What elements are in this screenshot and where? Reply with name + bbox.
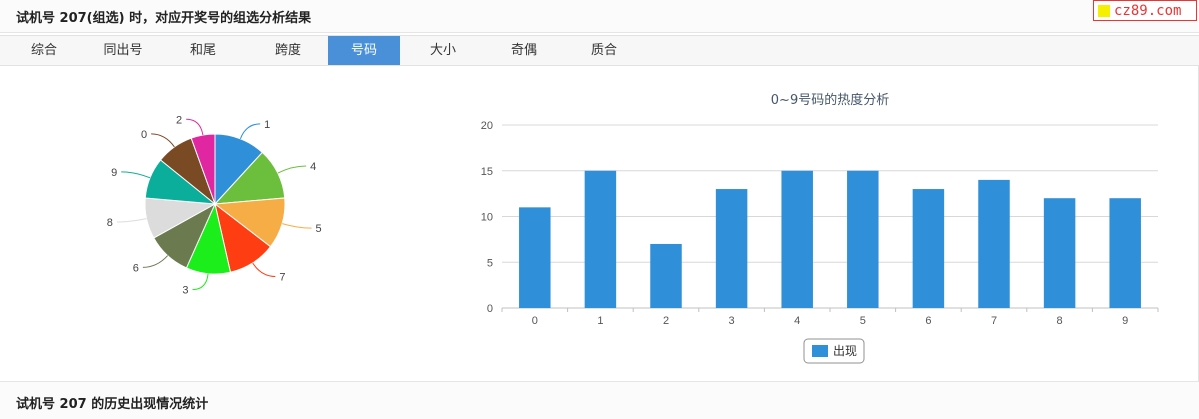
brand-text: cz89.com [1114,2,1182,19]
bar-5[interactable] [847,170,879,308]
tab-odd-even[interactable]: 奇偶 [486,36,562,65]
x-tick-label: 3 [729,315,735,327]
bar-chart-title: 0~9号码的热度分析 [771,92,889,108]
y-tick-label: 20 [481,120,493,132]
pie-label-7: 7 [279,271,285,283]
brand-square-icon [1098,4,1110,17]
legend-label: 出现 [833,344,857,358]
x-tick-label: 4 [794,315,800,327]
pie-label-2: 2 [176,114,182,126]
pie-chart: 1 4 5 7 3 6 8 9 0 2 [107,114,322,297]
bar-chart: 0~9号码的热度分析 0 5 10 15 20 0 1 2 3 4 5 6 7 8 9 出现 [481,92,1159,364]
bar-2[interactable] [650,243,682,308]
pie-connector-7 [252,262,276,277]
tab-size[interactable]: 大小 [400,36,486,65]
tab-numbers[interactable]: 号码 [328,36,400,65]
bar-4[interactable] [781,170,813,308]
pie-connector-8 [116,218,147,223]
pie-connector-3 [192,273,209,291]
bar-0[interactable] [519,207,551,308]
x-tick-label: 6 [925,315,931,327]
x-tick-label: 0 [532,315,538,327]
pie-label-8: 8 [107,217,113,229]
pie-label-1: 1 [264,119,270,131]
pie-connector-1 [239,123,261,139]
tab-span[interactable]: 跨度 [248,36,328,65]
pie-label-5: 5 [316,223,322,235]
pie-label-0: 0 [141,129,147,141]
pie-label-3: 3 [182,285,188,297]
pie-connector-4 [277,165,307,174]
brand-logo[interactable]: cz89.com [1093,0,1197,21]
x-tick-label: 7 [991,315,997,327]
history-section-title: 试机号 207 的历史出现情况统计 [16,397,209,412]
pie-label-9: 9 [111,167,117,179]
legend-swatch [812,345,828,357]
history-section-header: 试机号 207 的历史出现情况统计 [0,381,1199,419]
chart-area: 1 4 5 7 3 6 8 9 0 2 0~9号码的热度分析 0 5 10 15 20 0 1 2 3 4 5 6 7 8 9 出… [0,66,1199,381]
x-tick-label: 9 [1122,315,1128,327]
bar-chart-container: 0~9号码的热度分析 0 5 10 15 20 0 1 2 3 4 5 6 7 8 9 出现 [470,84,1170,374]
pie-label-6: 6 [133,262,139,274]
pie-label-4: 4 [310,161,316,173]
section-header: 试机号 207(组选) 时，对应开奖号的组选分析结果 cz89.com [0,0,1199,33]
tab-prime-composite[interactable]: 质合 [562,36,646,65]
x-tick-label: 2 [663,315,669,327]
tab-bar: 综合 同出号 和尾 跨度 号码 大小 奇偶 质合 [0,35,1199,66]
x-tick-label: 8 [1057,315,1063,327]
pie-connector-2 [186,118,204,136]
bar-7[interactable] [978,179,1010,308]
bar-3[interactable] [715,189,748,308]
pie-connector-6 [142,255,169,268]
pie-chart-container: 1 4 5 7 3 6 8 9 0 2 [60,90,380,320]
bar-1[interactable] [584,170,617,308]
bar-8[interactable] [1043,198,1076,308]
y-tick-label: 10 [481,212,493,224]
tab-overview[interactable]: 综合 [0,36,88,65]
bar-6[interactable] [912,189,945,308]
bar-9[interactable] [1109,198,1141,308]
pie-connector-5 [282,223,312,229]
tab-same-numbers[interactable]: 同出号 [88,36,158,65]
tab-sum-tail[interactable]: 和尾 [158,36,248,65]
y-tick-label: 5 [487,257,493,269]
y-tick-label: 15 [481,166,493,178]
pie-connector-0 [151,133,175,148]
y-tick-label: 0 [487,303,493,315]
x-tick-label: 5 [860,315,866,327]
x-tick-label: 1 [597,315,603,327]
pie-connector-9 [121,171,151,179]
section-title: 试机号 207(组选) 时，对应开奖号的组选分析结果 [16,11,312,26]
